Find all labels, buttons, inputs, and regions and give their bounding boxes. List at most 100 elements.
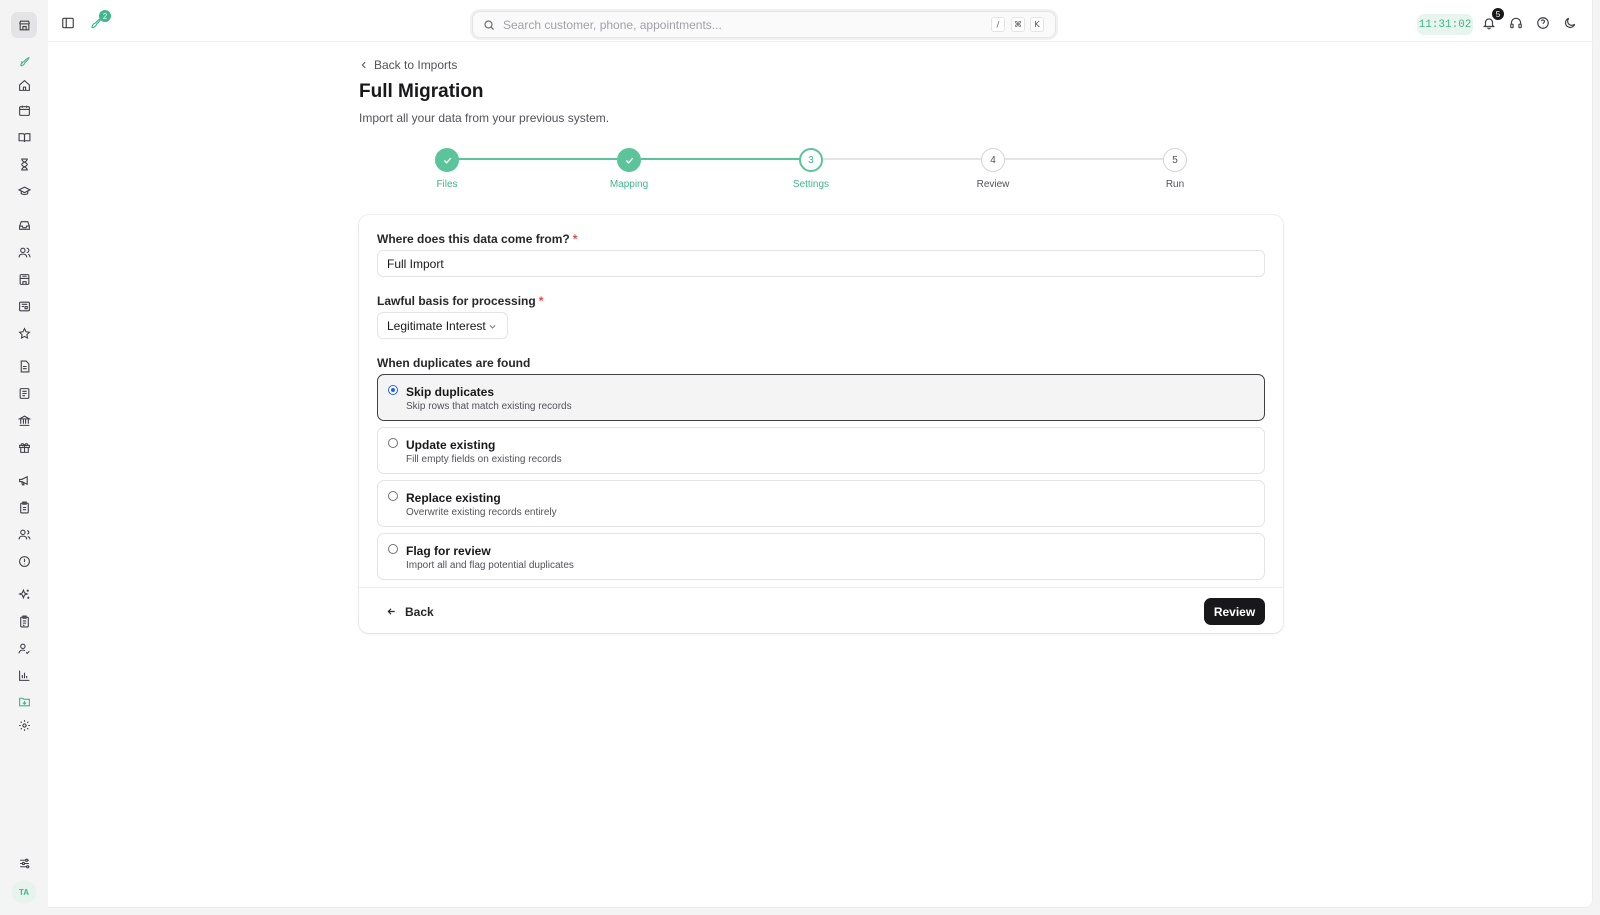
- clock: 11:31:02: [1417, 14, 1473, 35]
- lawful-basis-label-text: Lawful basis for processing: [377, 294, 536, 308]
- avatar[interactable]: TA: [12, 880, 36, 904]
- content: Back to Imports Full Migration Import al…: [359, 58, 1283, 633]
- step-label: Run: [1165, 179, 1185, 190]
- home-icon[interactable]: [14, 75, 34, 95]
- option-replace-existing[interactable]: Replace existing Overwrite existing reco…: [377, 480, 1265, 527]
- radio-button[interactable]: [388, 544, 398, 554]
- option-description: Overwrite existing records entirely: [406, 507, 557, 518]
- store-icon[interactable]: [14, 269, 34, 289]
- top-bar: 2 / ⌘ K 11:31:02 5: [48, 0, 1593, 42]
- team-icon[interactable]: [14, 524, 34, 544]
- sidebar: TA: [0, 0, 48, 915]
- file-icon[interactable]: [14, 356, 34, 376]
- step-label: Review: [976, 179, 1010, 190]
- graduation-cap-icon[interactable]: [14, 181, 34, 201]
- back-link-label: Back to Imports: [374, 58, 458, 72]
- settings-icon[interactable]: [14, 715, 34, 735]
- back-button-label: Back: [405, 604, 434, 619]
- headset-icon[interactable]: [1507, 14, 1525, 32]
- required-mark: *: [572, 232, 578, 246]
- radio-button[interactable]: [388, 438, 398, 448]
- lawful-basis-label: Lawful basis for processing *: [377, 294, 543, 308]
- step-review[interactable]: 4 Review: [953, 148, 1033, 190]
- sparkles-icon[interactable]: [14, 584, 34, 604]
- hourglass-icon[interactable]: [14, 154, 34, 174]
- lawful-basis-select[interactable]: Legitimate Interest: [377, 312, 508, 339]
- megaphone-icon[interactable]: [14, 470, 34, 490]
- option-title: Flag for review: [406, 544, 491, 558]
- receipt-icon[interactable]: [14, 383, 34, 403]
- help-icon[interactable]: [1534, 14, 1552, 32]
- stepper: Files Mapping 3 Settings 4 Review 5 Run: [359, 148, 1279, 198]
- users-icon[interactable]: [14, 242, 34, 262]
- step-settings[interactable]: 3 Settings: [771, 148, 851, 190]
- inbox-icon[interactable]: [14, 215, 34, 235]
- bell-count-badge: 5: [1492, 8, 1504, 20]
- step-run[interactable]: 5 Run: [1135, 148, 1215, 190]
- shortcut-key-k: K: [1030, 17, 1044, 32]
- rocket-icon[interactable]: [14, 51, 34, 71]
- source-input[interactable]: [377, 250, 1265, 277]
- rocket-notification-icon[interactable]: 2: [87, 10, 111, 32]
- option-description: Import all and flag potential duplicates: [406, 560, 574, 571]
- check-icon: [435, 148, 459, 172]
- settings-card: Where does this data come from?* Lawful …: [359, 215, 1283, 633]
- duplicates-label: When duplicates are found: [377, 356, 531, 370]
- folder-import-icon[interactable]: [14, 691, 34, 711]
- book-icon[interactable]: [14, 127, 34, 147]
- bar-chart-icon[interactable]: [14, 665, 34, 685]
- step-label: Mapping: [609, 179, 649, 190]
- option-description: Skip rows that match existing records: [406, 401, 572, 412]
- option-description: Fill empty fields on existing records: [406, 454, 562, 465]
- lawful-basis-value: Legitimate Interest: [387, 318, 486, 333]
- search-icon: [484, 19, 494, 30]
- bell-icon[interactable]: 5: [1480, 8, 1504, 32]
- dark-mode-icon[interactable]: [1561, 14, 1579, 32]
- alert-circle-icon[interactable]: [14, 551, 34, 571]
- store-logo-icon[interactable]: [11, 12, 37, 38]
- newspaper-icon[interactable]: [14, 296, 34, 316]
- step-number: 4: [981, 148, 1005, 172]
- clipboard-list-icon[interactable]: [14, 611, 34, 631]
- step-number: 5: [1163, 148, 1187, 172]
- user-check-icon[interactable]: [14, 638, 34, 658]
- step-number: 3: [799, 148, 823, 172]
- review-button[interactable]: Review: [1204, 598, 1265, 625]
- back-button[interactable]: Back: [377, 598, 443, 625]
- option-update-existing[interactable]: Update existing Fill empty fields on exi…: [377, 427, 1265, 474]
- option-skip-duplicates[interactable]: Skip duplicates Skip rows that match exi…: [377, 374, 1265, 421]
- arrow-left-icon: [387, 608, 395, 615]
- star-icon[interactable]: [14, 323, 34, 343]
- option-title: Update existing: [406, 438, 496, 452]
- gift-icon[interactable]: [14, 437, 34, 457]
- option-title: Replace existing: [406, 491, 501, 505]
- search-bar[interactable]: / ⌘ K: [472, 11, 1056, 38]
- page-subtitle: Import all your data from your previous …: [359, 111, 610, 125]
- sidebar-toggle-icon[interactable]: [59, 14, 77, 32]
- shortcut-key-cmd: ⌘: [1011, 17, 1025, 32]
- sliders-icon[interactable]: [14, 853, 34, 873]
- step-label: Settings: [792, 179, 830, 190]
- search-input[interactable]: [503, 17, 973, 32]
- shortcut-key-slash: /: [991, 17, 1005, 32]
- step-files[interactable]: Files: [407, 148, 487, 190]
- page-title: Full Migration: [359, 81, 484, 102]
- bank-icon[interactable]: [14, 410, 34, 430]
- calendar-icon[interactable]: [14, 100, 34, 120]
- card-footer: Back Review: [359, 587, 1283, 633]
- check-icon: [617, 148, 641, 172]
- step-mapping[interactable]: Mapping: [589, 148, 669, 190]
- source-label-text: Where does this data come from?: [377, 232, 570, 246]
- option-flag-for-review[interactable]: Flag for review Import all and flag pote…: [377, 533, 1265, 580]
- notification-count-badge: 2: [99, 10, 111, 22]
- source-label: Where does this data come from? *: [377, 232, 577, 246]
- radio-button[interactable]: [388, 385, 398, 395]
- clipboard-icon[interactable]: [14, 497, 34, 517]
- chevron-left-icon: [361, 61, 366, 69]
- main-panel: 2 / ⌘ K 11:31:02 5 Back to Imports Full: [48, 0, 1593, 908]
- option-title: Skip duplicates: [406, 385, 495, 399]
- back-to-imports-link[interactable]: Back to Imports: [359, 58, 1279, 72]
- chevron-down-icon: [489, 325, 496, 329]
- radio-button[interactable]: [388, 491, 398, 501]
- step-label: Files: [436, 179, 458, 190]
